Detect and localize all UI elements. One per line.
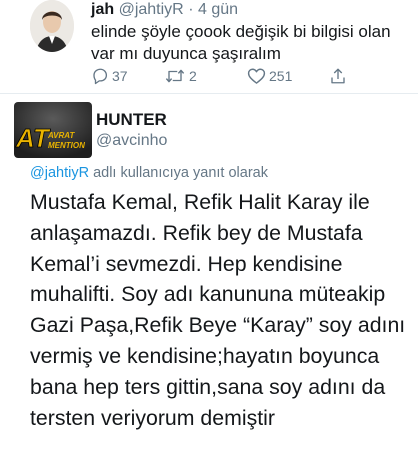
reply-context: @jahtiyR adlı kullanıcıya yanıt olarak — [30, 163, 268, 183]
retweet-icon — [165, 69, 185, 83]
timestamp[interactable]: 4 gün — [198, 1, 238, 18]
tweet-text-line: bana hep ters gittin,sana soy adını da — [30, 374, 386, 399]
tweet-actions: 37 2 251 — [91, 65, 391, 87]
share-button[interactable] — [329, 65, 347, 87]
reply-icon — [93, 68, 108, 85]
tweet-text: elinde şöyle çoook değişik bi bilgisi ol… — [91, 22, 391, 63]
avatar[interactable] — [30, 0, 74, 52]
tweet-text-line: muhalifti. Soy adı kanununa müteakip — [30, 282, 386, 307]
tweet-header: jah @jahtiyR · 4 gün — [91, 0, 238, 19]
retweet-count: 2 — [189, 68, 197, 84]
at-mention-logo: AT AVRAT MENTION — [14, 102, 92, 158]
avatar[interactable]: AT AVRAT MENTION — [14, 102, 92, 158]
display-name[interactable]: jah — [91, 1, 114, 18]
tweet-text-line: Gazi Paşa,Refik Beye “Karay” soy adını — [30, 313, 406, 338]
user-handle[interactable]: @jahtiyR — [119, 1, 184, 18]
share-icon — [331, 68, 345, 84]
avatar-portrait-icon — [30, 0, 74, 52]
reply-button[interactable]: 37 — [91, 65, 128, 87]
retweet-button[interactable]: 2 — [164, 65, 197, 87]
tweet-text-line: anlaşamazdı. Refik bey de Mustafa — [30, 220, 363, 245]
like-icon — [247, 68, 266, 84]
tweet-1[interactable]: jah @jahtiyR · 4 gün elinde şöyle çoook … — [0, 0, 418, 92]
tweet-text-line: Kemal’i sevmezdi. Hep kendisine — [30, 251, 343, 276]
user-handle[interactable]: @avcinho — [96, 131, 167, 151]
tweet-text-line: Mustafa Kemal, Refik Halit Karay ile — [30, 190, 370, 214]
like-button[interactable]: 251 — [247, 65, 292, 87]
tweet-text: Mustafa Kemal, Refik Halit Karay ile anl… — [30, 187, 415, 433]
avatar-logo-top: AVRAT — [47, 131, 75, 140]
avatar-logo-bottom: MENTION — [48, 141, 85, 150]
reply-mention-link[interactable]: @jahtiyR — [30, 165, 89, 181]
tweet-text-line: vermiş ve kendisine;hayatın boyunca — [30, 343, 380, 368]
like-count: 251 — [269, 68, 293, 84]
tweet-divider — [0, 93, 418, 94]
reply-context-text: adlı kullanıcıya yanıt olarak — [93, 165, 268, 181]
reply-count: 37 — [112, 68, 128, 84]
avatar-logo-big: AT — [15, 123, 51, 153]
display-name[interactable]: HUNTER — [96, 110, 167, 130]
tweet-text-line: tersten veriyorum demiştir — [30, 405, 275, 430]
separator-dot: · — [188, 1, 194, 18]
